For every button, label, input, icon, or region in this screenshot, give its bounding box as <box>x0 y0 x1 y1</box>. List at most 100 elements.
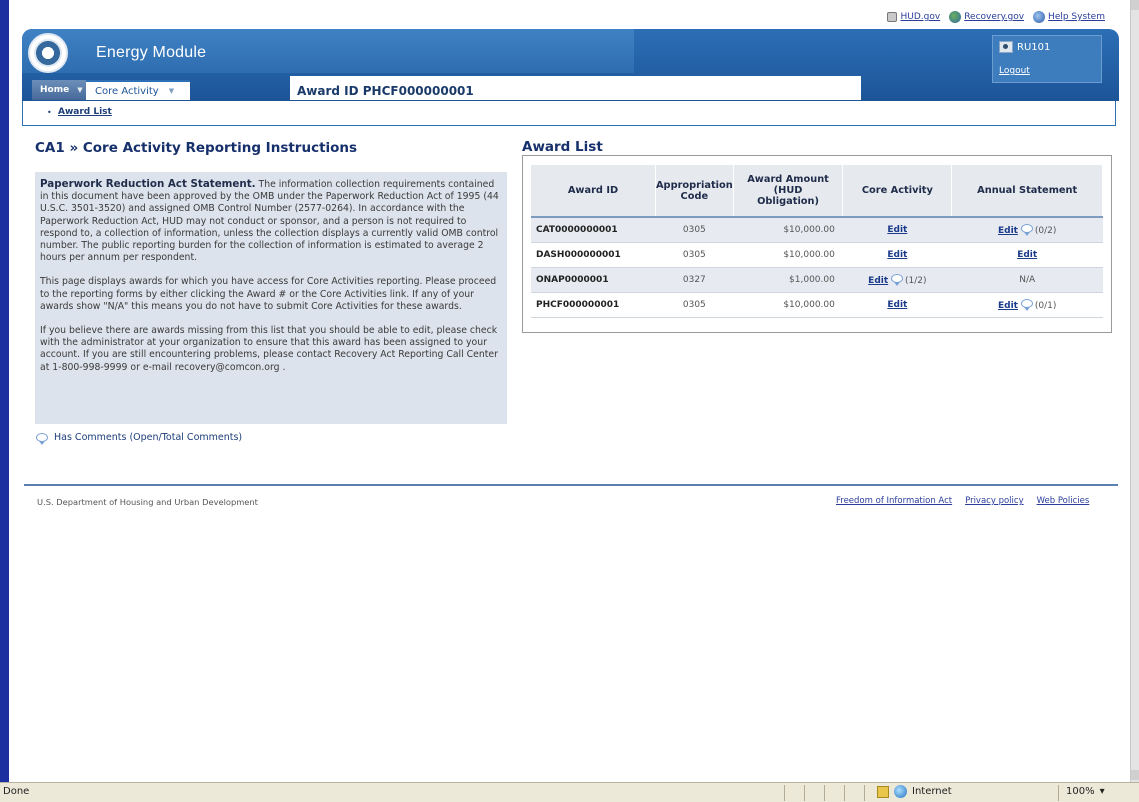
top-utility-links: HUD.gov Recovery.gov Help System <box>887 11 1105 23</box>
instructions-panel: Paperwork Reduction Act Statement. The i… <box>35 172 507 424</box>
comment-count: (0/1) <box>1034 300 1057 311</box>
recovery-gov-link[interactable]: Recovery.gov <box>949 11 1024 23</box>
status-text: Done <box>3 786 30 797</box>
tab-home[interactable]: Home ▼ <box>32 80 86 100</box>
user-info: RU101 <box>999 41 1050 53</box>
help-system-link[interactable]: Help System <box>1033 11 1105 23</box>
breadcrumb-award-list-link[interactable]: Award List <box>58 107 112 117</box>
appropriation-code-cell: 0305 <box>655 217 734 243</box>
recovery-logo-icon <box>949 11 962 23</box>
chevron-down-icon: ▼ <box>77 86 83 94</box>
award-amount-cell: $10,000.00 <box>733 242 843 268</box>
vertical-scrollbar[interactable] <box>1130 0 1139 782</box>
footer-links: Freedom of Information Act Privacy polic… <box>836 496 1089 506</box>
award-list-panel: Award ID Appropriation Code Award Amount… <box>522 155 1112 333</box>
core-activity-edit-link[interactable]: Edit <box>887 300 907 310</box>
core-activity-edit-link[interactable]: Edit <box>887 225 907 235</box>
col-award-amount[interactable]: Award Amount (HUD Obligation) <box>733 165 844 218</box>
hud-seal-logo <box>28 33 68 73</box>
core-activity-cell: Edit <box>842 217 952 243</box>
status-divider <box>864 785 865 801</box>
award-id-cell: CAT0000000001 <box>531 217 656 243</box>
col-core-activity[interactable]: Core Activity <box>842 165 953 218</box>
table-row: DASH000000001 0305 $10,000.00 Edit Edit <box>531 242 1103 268</box>
award-amount-cell: $1,000.00 <box>733 267 843 293</box>
award-amount-cell: $10,000.00 <box>733 217 843 243</box>
zoom-dropdown-icon: ▾ <box>1099 786 1105 797</box>
username: RU101 <box>1017 41 1051 53</box>
comment-count: (1/2) <box>905 275 927 286</box>
table-row: CAT0000000001 0305 $10,000.00 Edit Edit … <box>531 217 1103 243</box>
help-globe-icon <box>1033 11 1046 23</box>
appropriation-code-cell: 0327 <box>655 267 734 293</box>
award-id-cell: ONAP0000001 <box>531 267 656 293</box>
browser-frame-left <box>0 0 9 782</box>
award-id-banner: Award ID PHCF000000001 <box>290 76 861 100</box>
core-activity-cell: Edit (1/2) <box>842 267 952 293</box>
tab-core-activity[interactable]: Core Activity ▼ <box>86 80 190 100</box>
table-header-row: Award ID Appropriation Code Award Amount… <box>531 165 1103 218</box>
zoom-level: 100% <box>1066 786 1095 797</box>
zoom-control[interactable]: 100% ▾ <box>1066 786 1105 797</box>
foia-link[interactable]: Freedom of Information Act <box>836 496 952 506</box>
missing-awards-paragraph: If you believe there are awards missing … <box>40 325 498 373</box>
user-id-card-icon <box>999 41 1013 53</box>
col-award-id[interactable]: Award ID <box>531 165 656 218</box>
paperwork-body: The information collection requirements … <box>40 179 499 264</box>
app-title: Energy Module <box>96 44 207 61</box>
annual-statement-cell: Edit (0/2) <box>951 217 1103 243</box>
security-zone[interactable]: Internet <box>877 785 952 798</box>
status-divider <box>1058 785 1059 801</box>
core-activity-cell: Edit <box>842 242 952 268</box>
status-divider <box>804 785 805 801</box>
logout-link[interactable]: Logout <box>999 66 1030 76</box>
breadcrumb-bullet: • <box>47 108 52 117</box>
appropriation-code-cell: 0305 <box>655 242 734 268</box>
scroll-up-arrow[interactable] <box>1131 0 1139 10</box>
protected-mode-icon <box>877 785 889 798</box>
footer-org: U.S. Department of Housing and Urban Dev… <box>37 497 258 507</box>
annual-statement-cell: Edit <box>951 242 1103 268</box>
col-annual-statement[interactable]: Annual Statement <box>951 165 1103 218</box>
seal-emblem-icon <box>34 39 62 67</box>
page-title: CA1 » Core Activity Reporting Instructio… <box>35 140 358 156</box>
privacy-policy-link[interactable]: Privacy policy <box>965 496 1024 506</box>
award-id-cell: DASH000000001 <box>531 242 656 268</box>
core-activity-cell: Edit <box>842 292 952 318</box>
status-divider <box>784 785 785 801</box>
breadcrumb: • Award List <box>22 101 1116 126</box>
annual-statement-cell: N/A <box>951 267 1103 293</box>
annual-statement-edit-link[interactable]: Edit <box>998 301 1018 311</box>
annual-statement-edit-link[interactable]: Edit <box>998 226 1018 236</box>
table-row: ONAP0000001 0327 $1,000.00 Edit (1/2) N/… <box>531 267 1103 293</box>
award-table: Award ID Appropriation Code Award Amount… <box>531 165 1103 318</box>
web-policies-link[interactable]: Web Policies <box>1037 496 1090 506</box>
appropriation-code-cell: 0305 <box>655 292 734 318</box>
chevron-down-icon: ▼ <box>168 87 175 95</box>
award-amount-cell: $10,000.00 <box>733 292 843 318</box>
comment-bubble-icon <box>1020 223 1033 236</box>
annual-statement-edit-link[interactable]: Edit <box>1017 250 1037 260</box>
status-divider <box>824 785 825 801</box>
comment-bubble-icon <box>36 433 48 445</box>
comments-legend: Has Comments (Open/Total Comments) <box>36 432 242 445</box>
core-activity-edit-link[interactable]: Edit <box>868 276 888 286</box>
comment-bubble-icon <box>891 273 904 286</box>
table-row: PHCF000000001 0305 $10,000.00 Edit Edit … <box>531 292 1103 318</box>
scroll-down-arrow[interactable] <box>1131 770 1139 780</box>
comment-count: (0/2) <box>1034 225 1057 236</box>
annual-statement-cell: Edit (0/1) <box>951 292 1103 318</box>
paperwork-heading: Paperwork Reduction Act Statement. <box>40 178 256 190</box>
award-id-cell: PHCF000000001 <box>531 292 656 318</box>
col-appropriation-code[interactable]: Appropriation Code <box>655 165 734 218</box>
globe-icon <box>894 785 907 798</box>
core-activity-edit-link[interactable]: Edit <box>887 250 907 260</box>
hud-gov-link[interactable]: HUD.gov <box>887 11 940 23</box>
status-divider <box>844 785 845 801</box>
instructions-paragraph: This page displays awards for which you … <box>40 276 497 312</box>
hud-flag-icon <box>887 12 898 22</box>
user-panel: RU101 Logout <box>992 35 1102 83</box>
award-list-title: Award List <box>522 139 603 155</box>
browser-status-bar: Done Internet 100% ▾ <box>0 782 1139 802</box>
main-nav: Home ▼ Core Activity ▼ <box>32 80 190 100</box>
